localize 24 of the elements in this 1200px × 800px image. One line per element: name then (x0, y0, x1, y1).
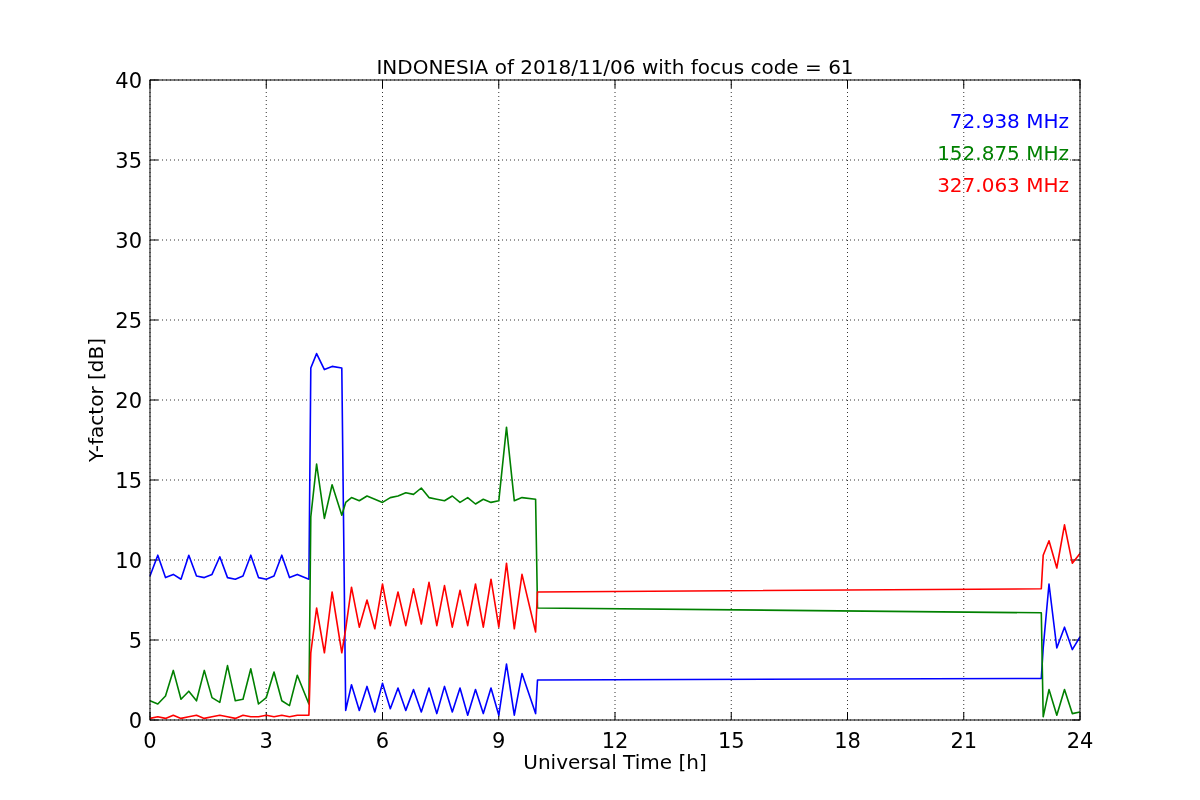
y-tick-label: 15 (115, 469, 142, 493)
x-tick-label: 12 (601, 729, 629, 753)
y-tick-label: 40 (115, 69, 142, 93)
x-tick-label: 15 (717, 729, 745, 753)
x-tick-label: 24 (1066, 729, 1094, 753)
y-axis-label: Y-factor [dB] (84, 338, 108, 462)
x-tick-label: 3 (259, 729, 273, 753)
x-tick-label: 18 (834, 729, 861, 753)
x-tick-label: 21 (950, 729, 978, 753)
legend-label: 152.875 MHz (937, 141, 1069, 165)
y-tick-label: 25 (115, 309, 142, 333)
y-tick-label: 10 (115, 549, 142, 573)
x-tick-label: 6 (375, 729, 390, 753)
legend-label: 327.063 MHz (937, 173, 1069, 197)
x-tick-label: 9 (492, 729, 506, 753)
y-tick-label: 20 (115, 389, 142, 413)
y-tick-label: 0 (128, 709, 142, 733)
chart-title: INDONESIA of 2018/11/06 with focus code = 61 (376, 55, 854, 79)
x-tick-label: 0 (143, 729, 157, 753)
x-axis-label: Universal Time [h] (523, 750, 707, 774)
y-tick-label: 5 (128, 629, 142, 653)
y-tick-label: 30 (115, 229, 142, 253)
legend-label: 72.938 MHz (949, 109, 1069, 133)
y-tick-label: 35 (115, 149, 142, 173)
